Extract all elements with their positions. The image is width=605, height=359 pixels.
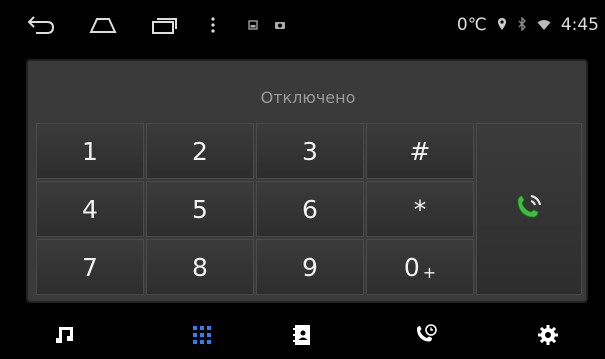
location-icon (497, 16, 507, 35)
key-label: 5 (192, 194, 208, 224)
key-label: 0 (403, 252, 420, 282)
key-sublabel: + (422, 262, 437, 282)
call-button[interactable] (476, 123, 582, 295)
key-label: 4 (82, 194, 98, 224)
call-history-icon (414, 323, 438, 351)
dialer-panel: Отключено 1 2 3 # 4 5 6 * 7 8 9 0 + (26, 59, 588, 303)
connection-status-display: Отключено (260, 87, 356, 107)
key-1[interactable]: 1 (36, 123, 144, 179)
clock: 4:45 (560, 15, 599, 35)
key-6[interactable]: 6 (256, 181, 364, 237)
key-label: 3 (302, 136, 318, 166)
key-star[interactable]: * (366, 181, 474, 237)
nav-settings[interactable] (508, 314, 588, 359)
recent-apps-icon[interactable] (150, 12, 178, 38)
settings-icon (537, 324, 559, 350)
bluetooth-icon (517, 15, 527, 35)
wifi-icon (537, 16, 551, 35)
home-icon[interactable] (88, 12, 118, 38)
nav-dialpad[interactable] (162, 314, 242, 359)
key-label: # (409, 136, 431, 166)
music-icon (54, 324, 76, 350)
key-3[interactable]: 3 (256, 123, 364, 179)
key-2[interactable]: 2 (146, 123, 254, 179)
nav-music[interactable] (25, 314, 105, 359)
nav-call-history[interactable] (386, 314, 466, 359)
key-hash[interactable]: # (366, 123, 474, 179)
status-bar: 0℃ 4:45 (0, 0, 605, 50)
call-phone-icon (512, 190, 546, 228)
key-label: 1 (82, 136, 98, 166)
status-indicators: 0℃ 4:45 (457, 0, 599, 50)
key-label: 8 (192, 252, 208, 282)
camera-notification-icon (273, 12, 287, 38)
key-4[interactable]: 4 (36, 181, 144, 237)
bottom-nav (0, 314, 605, 359)
key-9[interactable]: 9 (256, 239, 364, 295)
dialpad-icon (192, 325, 212, 349)
key-label: 7 (82, 252, 98, 282)
key-7[interactable]: 7 (36, 239, 144, 295)
nav-contacts[interactable] (262, 314, 342, 359)
key-label: 6 (302, 194, 318, 224)
key-5[interactable]: 5 (146, 181, 254, 237)
key-label: 2 (192, 136, 208, 166)
temperature-readout: 0℃ (456, 15, 487, 35)
notification-icon (247, 12, 259, 38)
back-icon[interactable] (26, 12, 56, 38)
key-8[interactable]: 8 (146, 239, 254, 295)
key-0-plus[interactable]: 0 + (366, 239, 474, 295)
overflow-menu-icon[interactable] (208, 12, 218, 38)
key-label: * (413, 194, 427, 224)
key-label: 9 (302, 252, 318, 282)
contacts-icon (293, 324, 311, 350)
